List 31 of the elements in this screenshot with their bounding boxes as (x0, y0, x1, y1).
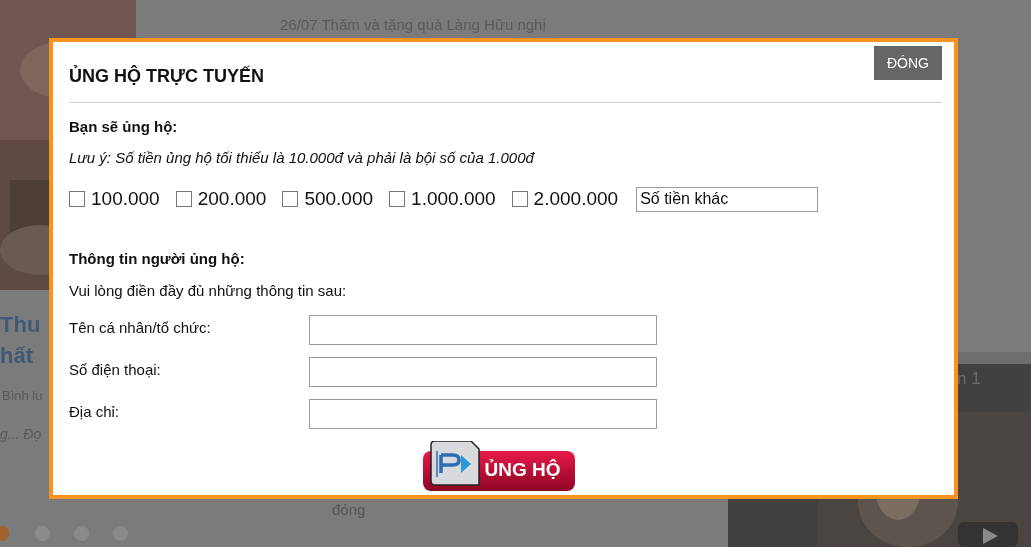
amount-option[interactable]: 2.000.000 (511, 185, 619, 214)
close-button[interactable]: ĐÓNG (874, 46, 942, 80)
instruction-text: Vui lòng điền đầy đủ những thông tin sau: (69, 281, 348, 301)
field-label: Số điện thoại: (69, 359, 162, 380)
section-heading: Thông tin người ủng hộ: (69, 248, 246, 269)
checkbox[interactable] (282, 191, 299, 208)
amount-option[interactable]: 200.000 (175, 185, 267, 214)
amount-option[interactable]: 100.000 (69, 185, 160, 214)
amount-option[interactable]: 500.000 (282, 185, 374, 214)
input-field[interactable] (309, 314, 657, 345)
amount-input[interactable]: Số tiền khác (636, 186, 819, 212)
amount-label: 200.000 (197, 187, 267, 211)
section-heading: Bạn sẽ ủng hộ: (69, 117, 179, 137)
input-field[interactable] (309, 398, 657, 429)
field-label: Tên cá nhân/tổ chức: (69, 317, 212, 338)
amount-label: 1.000.000 (411, 187, 496, 211)
note-text: Lưu ý: Số tiền ủng hộ tối thiểu là 10.000đ và phải là bội số của 1.000đ (69, 147, 536, 168)
amount-option[interactable]: 1.000.000 (389, 185, 496, 214)
story-title: Thu (0, 311, 41, 339)
amount-label: 100.000 (91, 187, 160, 211)
checkbox[interactable] (69, 191, 85, 208)
checkbox[interactable] (175, 191, 192, 208)
field-label: Địa chỉ: (69, 401, 121, 422)
payment-logo-icon (428, 440, 483, 489)
checkbox[interactable] (389, 191, 406, 208)
story-title: hất (0, 342, 33, 370)
input-field[interactable] (309, 356, 657, 387)
checkbox[interactable] (511, 191, 528, 208)
dialog-title: ỦNG HỘ TRỰC TUYẾN (69, 64, 264, 88)
amount-label: 500.000 (304, 187, 374, 211)
amount-label: 2.000.000 (533, 187, 619, 211)
